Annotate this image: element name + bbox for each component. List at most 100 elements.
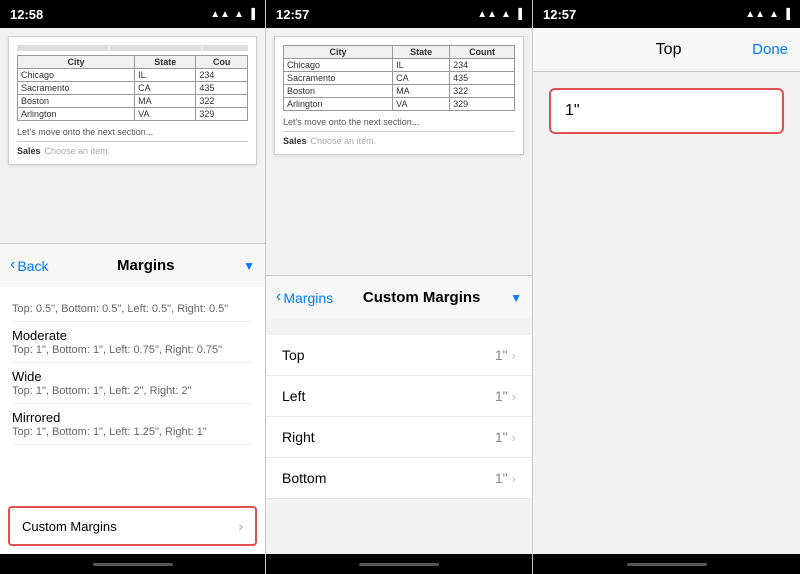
custom-margins-button[interactable]: Custom Margins › bbox=[8, 506, 257, 546]
status-bar-1: 12:58 ▲▲ ▲ ▐ bbox=[0, 0, 265, 28]
table-row: ArlingtonVA329 bbox=[18, 108, 248, 121]
p2-col-count: Count bbox=[450, 46, 515, 59]
battery-icon-3: ▐ bbox=[783, 9, 790, 20]
doc-text-2: Let's move onto the next section... bbox=[283, 117, 515, 127]
cm-value-bottom: 1" bbox=[495, 470, 508, 486]
wifi-icon-3: ▲ bbox=[769, 9, 779, 20]
doc-dropdown-1: Sales Choose an item. bbox=[17, 146, 248, 156]
chevron-left-icon-1: ‹ bbox=[10, 256, 15, 274]
cm-label-bottom: Bottom bbox=[282, 470, 326, 486]
chevron-left-icon-2: ‹ bbox=[276, 288, 281, 306]
margin-item-wide-desc: Top: 1", Bottom: 1", Left: 2", Right: 2" bbox=[12, 385, 253, 397]
panel-top-input: 12:57 ▲▲ ▲ ▐ Top Done 1" bbox=[533, 0, 800, 574]
cm-value-top: 1" bbox=[495, 347, 508, 363]
doc-dropdown-2: Sales Choose an item. bbox=[283, 136, 515, 146]
table-cell: 435 bbox=[196, 82, 248, 95]
nav-title-1: Margins bbox=[56, 257, 235, 274]
margin-item-normal[interactable]: Top: 0.5", Bottom: 0.5", Left: 0.5", Rig… bbox=[12, 297, 253, 322]
panel3-nav-title: Top bbox=[585, 41, 752, 59]
table-cell: MA bbox=[393, 85, 450, 98]
table-row: SacramentoCA435 bbox=[18, 82, 248, 95]
table-cell: IL bbox=[393, 59, 450, 72]
margin-item-normal-desc: Top: 0.5", Bottom: 0.5", Left: 0.5", Rig… bbox=[12, 303, 253, 315]
table-cell: IL bbox=[135, 69, 196, 82]
cm-gap-top bbox=[266, 323, 532, 335]
table-cell: 322 bbox=[196, 95, 248, 108]
nav-bar-2: ‹ Margins Custom Margins ▼ bbox=[266, 275, 532, 319]
table-row: ArlingtonVA329 bbox=[284, 98, 515, 111]
col-state: State bbox=[135, 56, 196, 69]
table-cell: CA bbox=[135, 82, 196, 95]
table-cell: Arlington bbox=[284, 98, 393, 111]
cm-row-right[interactable]: Right 1" › bbox=[266, 417, 532, 458]
status-icons-1: ▲▲ ▲ ▐ bbox=[210, 9, 255, 20]
back-label-1: Back bbox=[17, 258, 48, 274]
table-row: ChicagoIL234 bbox=[18, 69, 248, 82]
wifi-icon-2: ▲ bbox=[501, 9, 511, 20]
margin-item-moderate[interactable]: Moderate Top: 1", Bottom: 1", Left: 0.75… bbox=[12, 322, 253, 363]
top-margin-value: 1" bbox=[565, 102, 580, 120]
home-indicator-2 bbox=[266, 554, 532, 574]
back-button-1[interactable]: ‹ Back bbox=[10, 257, 48, 274]
dropdown-icon-1[interactable]: ▼ bbox=[243, 259, 255, 273]
time-2: 12:57 bbox=[276, 7, 309, 22]
doc-page-1: City State Cou ChicagoIL234SacramentoCA4… bbox=[8, 36, 257, 165]
table-cell: 329 bbox=[450, 98, 515, 111]
cm-chevron-bottom: › bbox=[512, 471, 516, 486]
panel-custom-margins: 12:57 ▲▲ ▲ ▐ City State Count ChicagoIL2… bbox=[266, 0, 533, 574]
table-cell: Sacramento bbox=[18, 82, 135, 95]
cm-chevron-top: › bbox=[512, 348, 516, 363]
time-1: 12:58 bbox=[10, 7, 43, 22]
dropdown-icon-2[interactable]: ▼ bbox=[510, 291, 522, 305]
home-bar-1 bbox=[93, 563, 173, 566]
cm-row-top[interactable]: Top 1" › bbox=[266, 335, 532, 376]
status-icons-2: ▲▲ ▲ ▐ bbox=[477, 9, 522, 20]
status-icons-3: ▲▲ ▲ ▐ bbox=[745, 9, 790, 20]
table-row: BostonMA322 bbox=[18, 95, 248, 108]
doc-table-1: City State Cou ChicagoIL234SacramentoCA4… bbox=[17, 55, 248, 121]
table-row: BostonMA322 bbox=[284, 85, 515, 98]
time-3: 12:57 bbox=[543, 7, 576, 22]
dropdown-placeholder-1: Choose an item. bbox=[45, 146, 111, 156]
cm-row-left[interactable]: Left 1" › bbox=[266, 376, 532, 417]
panel-margins: 12:58 ▲▲ ▲ ▐ City State Cou bbox=[0, 0, 266, 574]
margins-list: Top: 0.5", Bottom: 0.5", Left: 0.5", Rig… bbox=[0, 287, 265, 506]
dropdown-label-1: Sales bbox=[17, 146, 41, 156]
margin-item-moderate-desc: Top: 1", Bottom: 1", Left: 0.75", Right:… bbox=[12, 344, 253, 356]
col-city: City bbox=[18, 56, 135, 69]
doc-divider-2 bbox=[283, 131, 515, 132]
done-button[interactable]: Done bbox=[752, 41, 788, 58]
dropdown-label-2: Sales bbox=[283, 136, 307, 146]
battery-icon: ▐ bbox=[248, 9, 255, 20]
doc-divider-1 bbox=[17, 141, 248, 142]
cm-row-bottom[interactable]: Bottom 1" › bbox=[266, 458, 532, 499]
cm-label-top: Top bbox=[282, 347, 305, 363]
back-button-2[interactable]: ‹ Margins bbox=[276, 289, 333, 306]
home-bar-3 bbox=[627, 563, 707, 566]
cm-right-bottom: 1" › bbox=[495, 470, 516, 486]
table-cell: 435 bbox=[450, 72, 515, 85]
margin-item-mirrored-desc: Top: 1", Bottom: 1", Left: 1.25", Right:… bbox=[12, 426, 253, 438]
panel3-content: 1" bbox=[533, 72, 800, 554]
nav-title-2: Custom Margins bbox=[341, 289, 502, 306]
table-row: ChicagoIL234 bbox=[284, 59, 515, 72]
custom-margins-chevron-icon: › bbox=[238, 518, 243, 534]
table-cell: CA bbox=[393, 72, 450, 85]
cm-right-left: 1" › bbox=[495, 388, 516, 404]
dropdown-placeholder-2: Choose an item. bbox=[311, 136, 377, 146]
margin-item-mirrored-title: Mirrored bbox=[12, 410, 253, 425]
table-cell: 234 bbox=[196, 69, 248, 82]
top-margin-input[interactable]: 1" bbox=[549, 88, 784, 134]
p2-col-city: City bbox=[284, 46, 393, 59]
table-cell: Boston bbox=[284, 85, 393, 98]
status-bar-2: 12:57 ▲▲ ▲ ▐ bbox=[266, 0, 532, 28]
margin-item-moderate-title: Moderate bbox=[12, 328, 253, 343]
margin-item-wide[interactable]: Wide Top: 1", Bottom: 1", Left: 2", Righ… bbox=[12, 363, 253, 404]
custom-margins-label: Custom Margins bbox=[22, 519, 117, 534]
battery-icon-2: ▐ bbox=[515, 9, 522, 20]
back-label-2: Margins bbox=[283, 290, 333, 306]
table-cell: Boston bbox=[18, 95, 135, 108]
margin-item-mirrored[interactable]: Mirrored Top: 1", Bottom: 1", Left: 1.25… bbox=[12, 404, 253, 445]
table-cell: 234 bbox=[450, 59, 515, 72]
doc-area-2: City State Count ChicagoIL234SacramentoC… bbox=[266, 28, 532, 275]
